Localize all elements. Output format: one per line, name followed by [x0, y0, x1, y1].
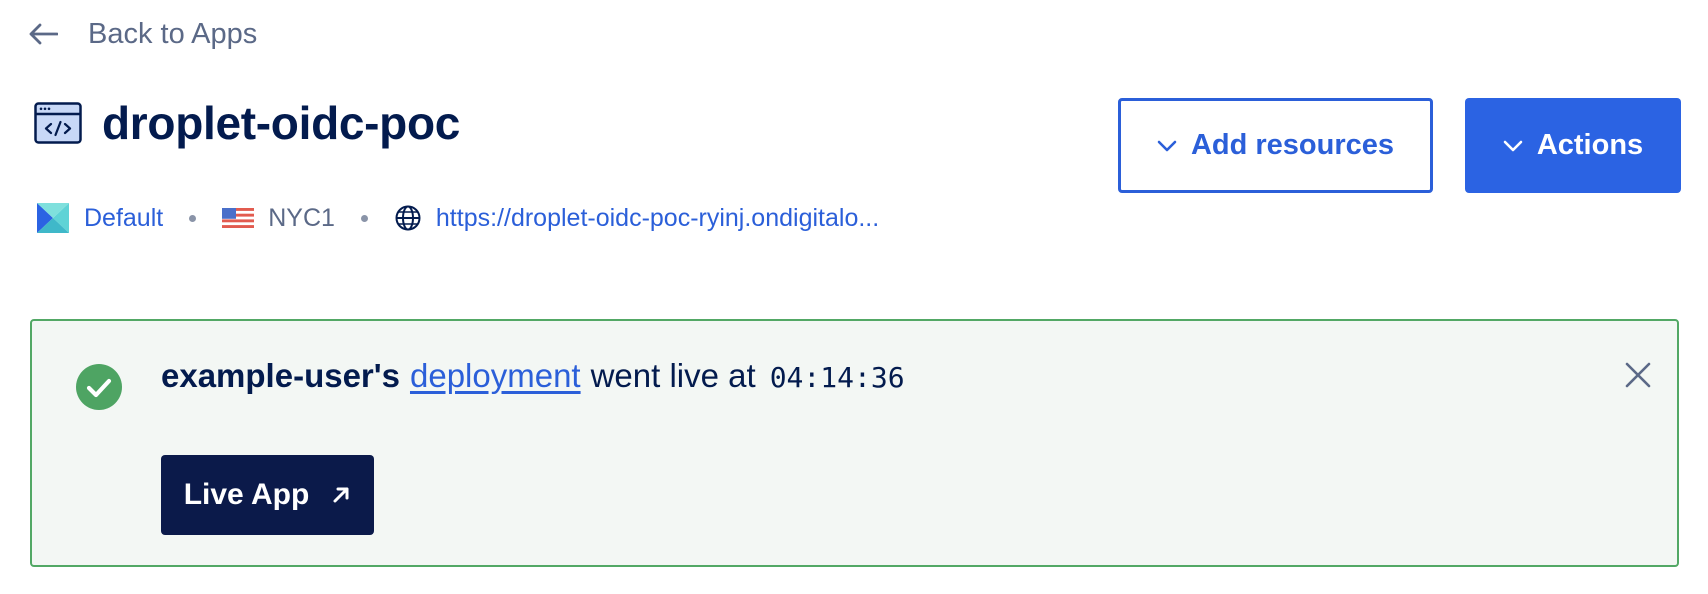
region-item: NYC1 [222, 204, 335, 233]
globe-icon [394, 204, 422, 232]
alert-user: example-user's [161, 357, 400, 394]
meta-separator [189, 214, 197, 222]
project-link[interactable]: Default [84, 204, 163, 233]
alert-time: 04:14:36 [769, 361, 905, 394]
app-meta-row: Default NYC1 https://droplet-oidc-poc-ry… [36, 198, 879, 238]
external-arrow-icon [331, 485, 351, 505]
alert-message: example-user's deployment went live at 0… [161, 357, 905, 395]
live-app-button[interactable]: Live App [161, 455, 374, 535]
check-circle-icon [75, 363, 123, 411]
back-to-apps-link[interactable]: Back to Apps [28, 14, 257, 54]
app-url-link[interactable]: https://droplet-oidc-poc-ryinj.ondigital… [436, 204, 879, 233]
project-item: Default [36, 202, 163, 234]
live-app-label: Live App [183, 478, 310, 511]
us-flag-icon [222, 208, 255, 228]
back-to-apps-label: Back to Apps [88, 17, 258, 50]
chevron-down-icon [1503, 140, 1523, 152]
app-overview-page: Back to Apps droplet-oidc-poc Default NY… [0, 0, 1708, 594]
close-icon[interactable] [1618, 355, 1658, 395]
add-resources-button[interactable]: Add resources [1118, 98, 1433, 193]
page-title: droplet-oidc-poc [102, 97, 461, 149]
deployment-link[interactable]: deployment [410, 357, 581, 395]
alert-text: went live at [590, 357, 756, 394]
code-window-icon [34, 102, 82, 144]
chevron-down-icon [1157, 140, 1177, 152]
title-row: droplet-oidc-poc [34, 100, 460, 146]
actions-button[interactable]: Actions [1465, 98, 1681, 193]
deployment-success-alert: example-user's deployment went live at 0… [30, 319, 1679, 567]
arrow-left-icon [28, 23, 58, 45]
region-label: NYC1 [268, 203, 335, 232]
url-item: https://droplet-oidc-poc-ryinj.ondigital… [394, 204, 879, 233]
project-icon [36, 202, 70, 234]
actions-label: Actions [1536, 129, 1644, 161]
meta-separator [360, 214, 368, 222]
add-resources-label: Add resources [1190, 129, 1395, 161]
